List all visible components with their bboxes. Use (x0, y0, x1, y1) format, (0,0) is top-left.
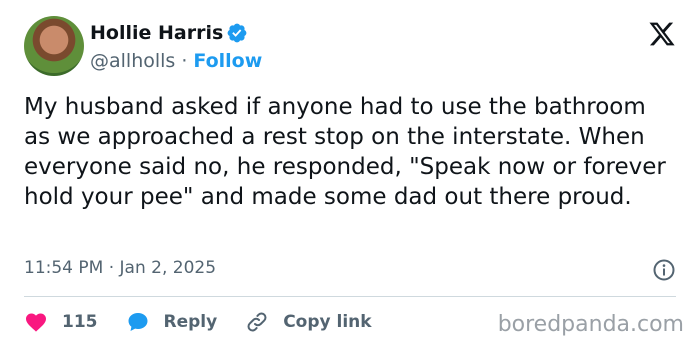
action-bar: 115 Reply Copy link (24, 308, 400, 336)
watermark: boredpanda.com (497, 312, 684, 337)
handle-row: @allholls · Follow (90, 48, 262, 74)
reply-button[interactable]: Reply (126, 310, 218, 334)
x-logo-icon[interactable] (648, 20, 676, 48)
heart-icon (26, 313, 46, 332)
tweet-text: My husband asked if anyone had to use th… (24, 94, 666, 210)
tweet-meta: 11:54 PM · Jan 2, 2025 (24, 258, 676, 282)
reply-label: Reply (163, 312, 218, 332)
display-name-row: Hollie Harris (90, 20, 262, 46)
separator: · (181, 50, 188, 72)
follow-button[interactable]: Follow (193, 50, 262, 72)
tweet-header: Hollie Harris @allholls · Follow (24, 16, 676, 76)
like-count: 115 (62, 312, 98, 332)
copy-link-button[interactable]: Copy link (245, 310, 372, 334)
reply-bubble-icon (128, 313, 147, 331)
like-button[interactable]: 115 (24, 310, 98, 334)
copy-link-label: Copy link (283, 312, 372, 332)
verified-badge-icon (227, 23, 247, 43)
tweet-timestamp[interactable]: 11:54 PM · Jan 2, 2025 (24, 258, 216, 278)
info-icon[interactable] (652, 258, 676, 282)
display-name[interactable]: Hollie Harris (90, 22, 223, 44)
link-icon (247, 312, 267, 332)
user-names: Hollie Harris @allholls · Follow (90, 20, 262, 74)
avatar[interactable] (24, 16, 84, 76)
user-handle[interactable]: @allholls (90, 50, 175, 72)
divider (24, 296, 676, 297)
